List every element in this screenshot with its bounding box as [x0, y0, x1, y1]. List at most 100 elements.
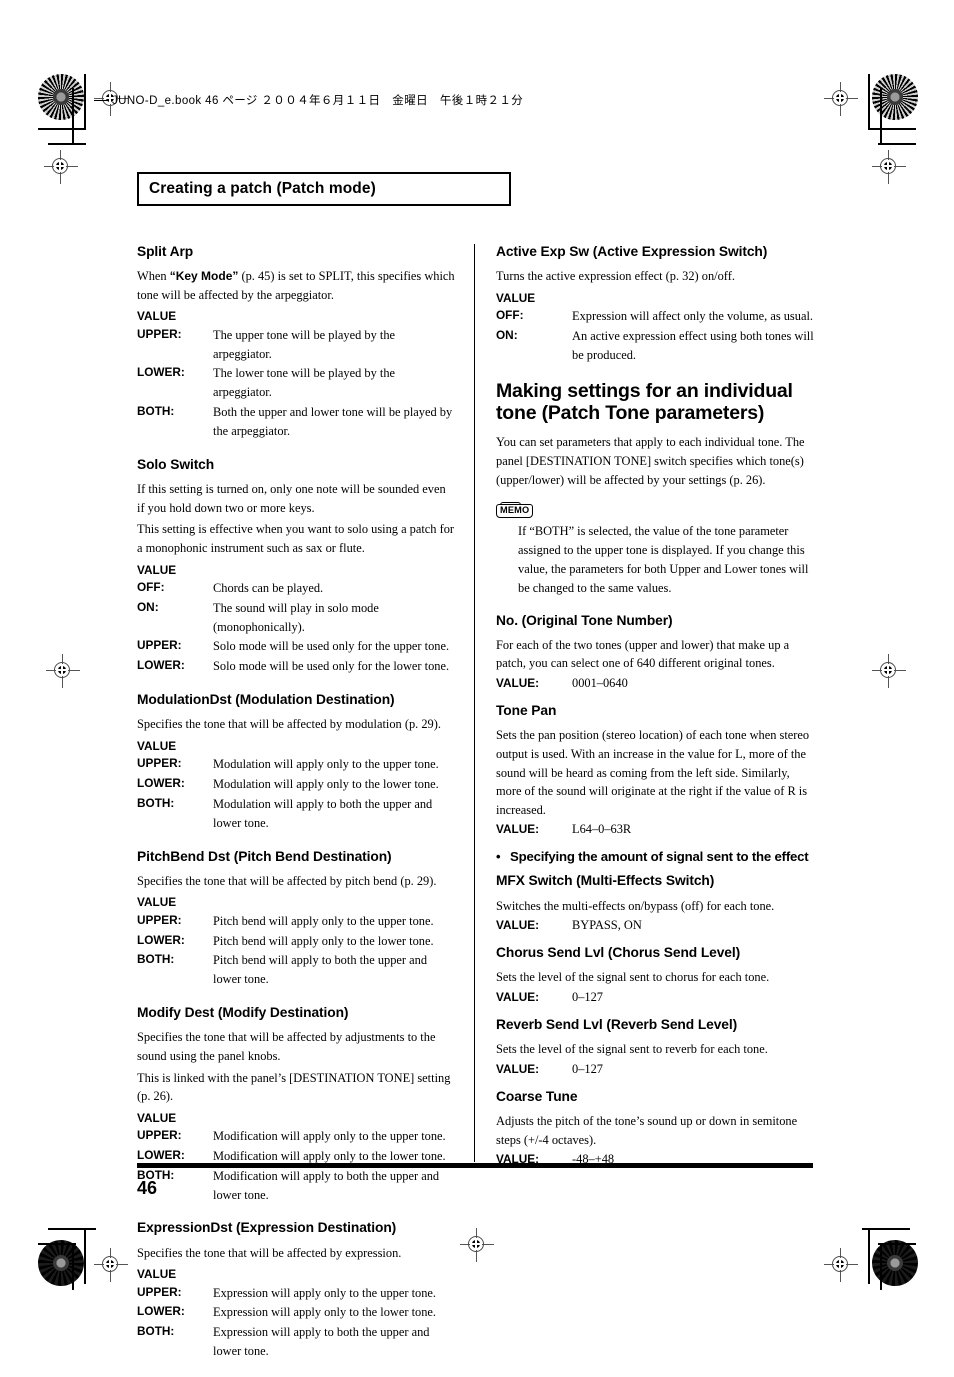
value-key: LOWER:	[137, 658, 185, 673]
section-paragraph: Specifies the tone that will be affected…	[137, 873, 437, 888]
memo-text: If “BOTH” is selected, the value of the …	[518, 524, 809, 595]
memo-body: If “BOTH” is selected, the value of the …	[518, 522, 814, 597]
section-solo-switch: Solo Switch If this setting is turned on…	[137, 457, 455, 677]
crop-mark-top-right-vertical	[868, 74, 870, 130]
value-desc: Expression will apply to both the upper …	[213, 1325, 430, 1359]
value-key: BOTH:	[137, 795, 175, 810]
value-desc: Chords can be played.	[213, 580, 324, 595]
table-row: BOTH: Both the upper and lower tone will…	[137, 403, 455, 442]
value-text: 0001–0640	[572, 676, 628, 691]
value-key: LOWER:	[137, 1304, 185, 1319]
section-mfx-switch: MFX Switch (Multi-Effects Switch) Switch…	[496, 873, 814, 933]
crop-mark-bottom-right-horizontal	[862, 1228, 910, 1230]
value-label: VALUE	[496, 290, 536, 305]
section-tone-pan: Tone Pan Sets the pan position (stereo l…	[496, 703, 814, 837]
registration-mark-left-middle	[46, 654, 80, 688]
value-label: VALUE:	[496, 822, 540, 837]
section-modify-dest: Modify Dest (Modify Destination) Specifi…	[137, 1005, 455, 1205]
section-paragraph: For each of the two tones (upper and low…	[496, 637, 790, 671]
bullet-heading-text: Specifying the amount of signal sent to …	[510, 849, 809, 865]
value-key: UPPER:	[137, 912, 182, 927]
registration-mark-top-right-outer	[824, 82, 858, 116]
value-label: VALUE	[137, 738, 177, 753]
section-heading: No. (Original Tone Number)	[496, 612, 673, 628]
registration-mark-right-middle	[872, 654, 906, 688]
registration-target-bottom-left	[38, 1240, 84, 1286]
value-key: UPPER:	[137, 756, 182, 771]
memo-callout: MEMO If “BOTH” is selected, the value of…	[496, 500, 814, 597]
table-row: BOTH: Modification will apply to both th…	[137, 1167, 455, 1206]
section-heading: ExpressionDst (Expression Destination)	[137, 1220, 397, 1236]
registration-mark-top-right-inner	[872, 150, 906, 184]
value-desc: An active expression effect using both t…	[572, 329, 814, 362]
section-paragraph: Sets the level of the signal sent to rev…	[496, 1042, 768, 1057]
registration-target-top-right	[872, 74, 918, 120]
section-paragraph: Adjusts the pitch of the tone’s sound up…	[496, 1114, 798, 1147]
value-desc: Solo mode will be used only for the lowe…	[213, 659, 450, 674]
value-row: VALUE: 0–127	[496, 1062, 814, 1077]
chapter-title-box: Creating a patch (Patch mode)	[137, 172, 511, 206]
table-row: OFF: Chords can be played.	[137, 579, 455, 599]
section-paragraph: If this setting is turned on, only one n…	[137, 482, 446, 515]
left-column: Split Arp When “Key Mode” (p. 45) is set…	[137, 244, 455, 1377]
bullet-icon: •	[496, 849, 501, 865]
value-label: VALUE:	[496, 990, 540, 1005]
value-key: BOTH:	[137, 404, 175, 419]
section-expression-dst: ExpressionDst (Expression Destination) S…	[137, 1220, 455, 1362]
crop-mark-bottom-right-horizontal-2	[878, 1243, 916, 1245]
registration-mark-bottom-right	[824, 1248, 858, 1282]
value-key: UPPER:	[137, 1128, 182, 1143]
inline-bold-key-mode: “Key Mode”	[169, 269, 239, 284]
value-key: OFF:	[496, 308, 524, 323]
crop-mark-top-left-vertical	[84, 74, 86, 130]
section-heading: Split Arp	[137, 244, 194, 259]
section-heading: Active Exp Sw (Active Expression Switch)	[496, 244, 768, 259]
crop-mark-top-left-horizontal-2	[48, 143, 86, 145]
value-label: VALUE	[137, 309, 177, 324]
value-key: OFF:	[137, 579, 165, 594]
value-desc: Both the upper and lower tone will be pl…	[213, 405, 453, 438]
table-row: BOTH: Expression will apply to both the …	[137, 1323, 455, 1362]
table-row: UPPER: Pitch bend will apply only to the…	[137, 912, 455, 932]
section-heading: ModulationDst (Modulation Destination)	[137, 692, 395, 708]
value-desc: The lower tone will be played by the arp…	[213, 366, 396, 400]
section-heading: PitchBend Dst (Pitch Bend Destination)	[137, 848, 392, 864]
section-paragraph: Specifies the tone that will be affected…	[137, 1030, 436, 1063]
table-row: BOTH: Modulation will apply to both the …	[137, 795, 455, 834]
value-table: OFF: Expression will affect only the vol…	[496, 307, 814, 366]
value-text: BYPASS, ON	[572, 918, 642, 933]
page-title: Creating a patch (Patch mode)	[149, 180, 376, 197]
section-heading: Coarse Tune	[496, 1088, 578, 1104]
value-text: 0–127	[572, 990, 603, 1005]
value-label: VALUE:	[496, 676, 540, 691]
value-desc: Modification will apply to both the uppe…	[213, 1168, 440, 1202]
print-header-rule	[94, 100, 108, 101]
value-desc: Solo mode will be used only for the uppe…	[213, 639, 450, 654]
value-text: L64–0–63R	[572, 822, 632, 837]
section-split-arp: Split Arp When “Key Mode” (p. 45) is set…	[137, 244, 455, 442]
value-table: UPPER: Expression will apply only to the…	[137, 1284, 455, 1362]
table-row: ON: The sound will play in solo mode (mo…	[137, 599, 455, 638]
table-row: LOWER: Modulation will apply only to the…	[137, 775, 455, 795]
registration-mark-top-left-inner	[44, 150, 78, 184]
value-desc: Expression will apply only to the lower …	[213, 1305, 436, 1320]
section-heading: Tone Pan	[496, 703, 557, 719]
crop-mark-top-left-vertical-2	[72, 88, 74, 145]
table-row: LOWER: Expression will apply only to the…	[137, 1303, 455, 1323]
section-paragraph: Sets the pan position (stereo location) …	[496, 728, 810, 817]
value-desc: Pitch bend will apply only to the upper …	[213, 913, 434, 928]
print-header-line: JUNO-D_e.book 46 ページ ２００４年６月１１日 金曜日 午後１時…	[94, 92, 523, 108]
value-key: UPPER:	[137, 1284, 182, 1299]
registration-mark-bottom-middle	[460, 1228, 494, 1262]
section-reverb-send-level: Reverb Send Lvl (Reverb Send Level) Sets…	[496, 1017, 814, 1077]
value-desc: Modulation will apply only to the upper …	[213, 757, 439, 772]
table-row: ON: An active expression effect using bo…	[496, 327, 814, 366]
section-paragraph: Turns the active expression effect (p. 3…	[496, 269, 735, 284]
crop-mark-bottom-left-horizontal-2	[38, 1243, 76, 1245]
table-row: OFF: Expression will affect only the vol…	[496, 307, 814, 327]
crop-mark-bottom-left-vertical-2	[72, 1243, 74, 1290]
value-desc: Modulation will apply to both the upper …	[213, 796, 433, 830]
value-desc: Expression will apply only to the upper …	[213, 1285, 436, 1300]
bullet-subsection-heading: • Specifying the amount of signal sent t…	[496, 849, 814, 864]
section-heading: Solo Switch	[137, 456, 215, 472]
